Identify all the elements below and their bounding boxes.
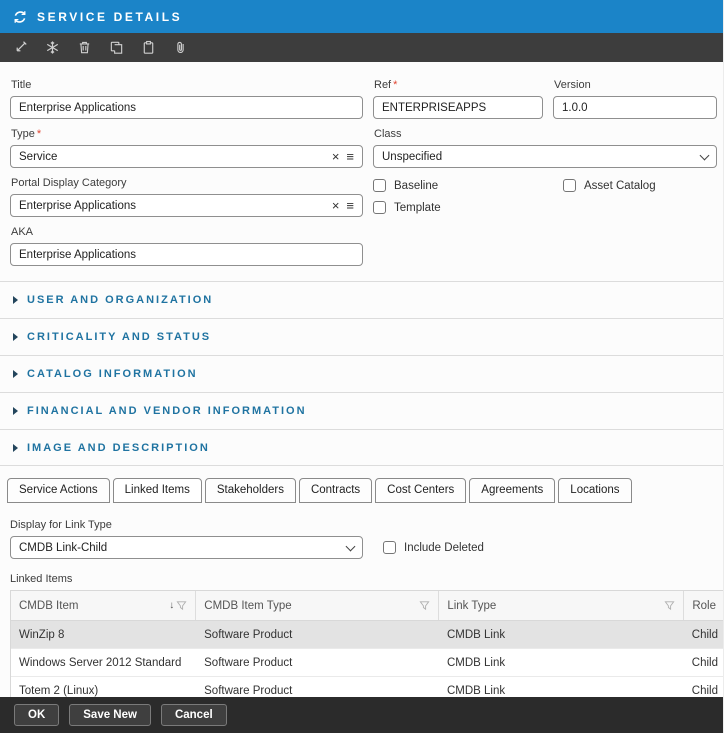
linked-items-table-label: Linked Items: [10, 573, 723, 585]
tab-bar: Service Actions Linked Items Stakeholder…: [0, 478, 723, 503]
asset-catalog-checkbox-row: Asset Catalog: [563, 179, 656, 192]
save-new-button[interactable]: Save New: [69, 704, 151, 726]
section-financial-and-vendor-information[interactable]: FINANCIAL AND VENDOR INFORMATION: [0, 392, 723, 429]
tab-cost-centers[interactable]: Cost Centers: [375, 478, 466, 503]
class-field: Class Unspecified: [373, 119, 717, 168]
list-lookup-icon[interactable]: ≡: [346, 150, 354, 163]
window-titlebar: SERVICE DETAILS: [0, 0, 723, 33]
required-marker: *: [37, 128, 41, 140]
title-input[interactable]: Enterprise Applications: [10, 96, 363, 119]
section-criticality-and-status[interactable]: CRITICALITY AND STATUS: [0, 318, 723, 355]
title-label: Title: [11, 79, 363, 91]
copy-icon[interactable]: [109, 40, 124, 55]
type-input[interactable]: Service × ≡: [10, 145, 363, 168]
aka-input[interactable]: Enterprise Applications: [10, 243, 363, 266]
display-for-link-type-select[interactable]: CMDB Link-Child: [10, 536, 363, 559]
sort-desc-icon: ↓: [169, 600, 174, 611]
column-header-role[interactable]: Role: [684, 591, 724, 620]
aka-label: AKA: [11, 226, 363, 238]
required-marker: *: [393, 79, 397, 91]
template-checkbox-row: Template: [373, 201, 543, 214]
service-details-window: SERVICE DETAILS: [0, 0, 724, 733]
tab-service-actions[interactable]: Service Actions: [7, 478, 110, 503]
tab-agreements[interactable]: Agreements: [469, 478, 555, 503]
section-catalog-information[interactable]: CATALOG INFORMATION: [0, 355, 723, 392]
portal-display-category-input[interactable]: Enterprise Applications × ≡: [10, 194, 363, 217]
asset-catalog-checkbox[interactable]: [563, 179, 576, 192]
linked-items-panel: Display for Link Type CMDB Link-Child In…: [0, 503, 723, 706]
type-field: Type* Service × ≡: [10, 119, 363, 168]
collapsible-sections: USER AND ORGANIZATION CRITICALITY AND ST…: [0, 281, 723, 466]
column-header-cmdb-item[interactable]: CMDB Item ↓: [11, 591, 196, 620]
collapsed-arrow-icon: [13, 296, 18, 304]
refresh-icon[interactable]: [12, 9, 28, 25]
tab-stakeholders[interactable]: Stakeholders: [205, 478, 296, 503]
page-title: SERVICE DETAILS: [37, 10, 182, 24]
list-lookup-icon[interactable]: ≡: [346, 199, 354, 212]
form-area: Title Enterprise Applications Ref* ENTER…: [0, 62, 723, 266]
tab-linked-items[interactable]: Linked Items: [113, 478, 202, 503]
version-input[interactable]: 1.0.0: [553, 96, 717, 119]
paste-icon[interactable]: [141, 40, 156, 55]
delete-icon[interactable]: [77, 40, 92, 55]
version-field: Version 1.0.0: [553, 70, 717, 119]
ok-button[interactable]: OK: [14, 704, 59, 726]
tab-locations[interactable]: Locations: [558, 478, 631, 503]
attachment-icon[interactable]: [173, 40, 188, 55]
section-image-and-description[interactable]: IMAGE AND DESCRIPTION: [0, 429, 723, 466]
tab-contracts[interactable]: Contracts: [299, 478, 372, 503]
column-header-link-type[interactable]: Link Type: [439, 591, 684, 620]
column-header-cmdb-item-type[interactable]: CMDB Item Type: [196, 591, 439, 620]
ref-field: Ref* ENTERPRISEAPPS: [373, 70, 543, 119]
baseline-checkbox[interactable]: [373, 179, 386, 192]
checkbox-column: Baseline Template: [373, 168, 543, 217]
filter-icon[interactable]: [664, 600, 675, 611]
filter-icon[interactable]: [419, 600, 430, 611]
baseline-checkbox-row: Baseline: [373, 179, 543, 192]
collapsed-arrow-icon: [13, 407, 18, 415]
version-label: Version: [554, 79, 717, 91]
ref-input[interactable]: ENTERPRISEAPPS: [373, 96, 543, 119]
portal-display-category-field: Portal Display Category Enterprise Appli…: [10, 168, 363, 217]
pin-icon[interactable]: [13, 40, 28, 55]
freeze-icon[interactable]: [45, 40, 60, 55]
footer-action-bar: OK Save New Cancel: [0, 697, 724, 733]
aka-field: AKA Enterprise Applications: [10, 217, 363, 266]
class-label: Class: [374, 128, 717, 140]
toolbar: [0, 33, 723, 62]
collapsed-arrow-icon: [13, 370, 18, 378]
table-row[interactable]: Windows Server 2012 Standard Software Pr…: [11, 649, 724, 677]
type-label: Type*: [11, 128, 363, 140]
table-header-row: CMDB Item ↓ CMDB Item Type: [11, 591, 724, 621]
collapsed-arrow-icon: [13, 444, 18, 452]
include-deleted-label: Include Deleted: [404, 542, 484, 554]
chevron-down-icon: [700, 150, 710, 160]
portal-display-category-label: Portal Display Category: [11, 177, 363, 189]
include-deleted-checkbox[interactable]: [383, 541, 396, 554]
collapsed-arrow-icon: [13, 333, 18, 341]
filter-icon[interactable]: [176, 600, 187, 611]
display-for-link-type-label: Display for Link Type: [10, 519, 723, 531]
cancel-button[interactable]: Cancel: [161, 704, 227, 726]
clear-icon[interactable]: ×: [332, 199, 340, 212]
template-checkbox[interactable]: [373, 201, 386, 214]
chevron-down-icon: [346, 541, 356, 551]
asset-catalog-column: Asset Catalog: [563, 168, 656, 217]
template-label: Template: [394, 202, 441, 214]
clear-icon[interactable]: ×: [332, 150, 340, 163]
linked-items-table: CMDB Item ↓ CMDB Item Type: [10, 590, 724, 706]
section-user-and-organization[interactable]: USER AND ORGANIZATION: [0, 281, 723, 318]
title-field: Title Enterprise Applications: [10, 70, 363, 119]
class-select[interactable]: Unspecified: [373, 145, 717, 168]
ref-label: Ref*: [374, 79, 543, 91]
baseline-label: Baseline: [394, 180, 438, 192]
table-row[interactable]: WinZip 8 Software Product CMDB Link Chil…: [11, 621, 724, 649]
asset-catalog-label: Asset Catalog: [584, 180, 656, 192]
include-deleted-row: Include Deleted: [383, 541, 484, 554]
